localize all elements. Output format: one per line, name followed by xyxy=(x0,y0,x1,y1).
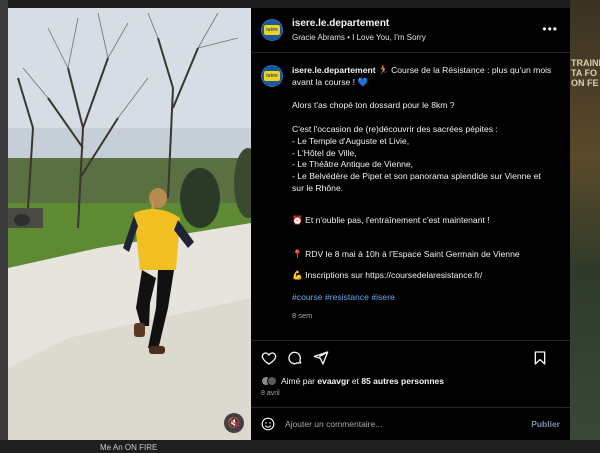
audio-track[interactable]: Gracie Abrams • I Love You, I'm Sorry xyxy=(292,33,426,42)
liker-username[interactable]: evaavgr xyxy=(317,376,349,386)
hashtag-link[interactable]: #course xyxy=(292,292,323,302)
author-username[interactable]: isere.le.departement xyxy=(292,18,426,29)
caption-list-item: - Le Belvédère de Pipet et son panorama … xyxy=(292,171,541,193)
background-right-text: TRAINE TA FO ON FE xyxy=(571,58,600,88)
header-text: isere.le.departement Gracie Abrams • I L… xyxy=(292,18,426,42)
video-frame xyxy=(8,8,251,440)
likes-middle: et xyxy=(349,376,362,386)
post-video[interactable]: 🔇 xyxy=(8,8,251,440)
likes-text: Aimé par evaavgr et 85 autres personnes xyxy=(281,376,444,386)
caption-avatar-logo: isère xyxy=(264,71,280,81)
caption-list-item: - Le Temple d'Auguste et Livie, xyxy=(292,135,410,146)
post-side-panel: isère isere.le.departement Gracie Abrams… xyxy=(251,8,570,440)
background-bottom-text: Me An ON FIRE xyxy=(100,443,158,452)
background-bottom-strip xyxy=(0,440,600,453)
caption-line-3: C'est l'occasion de (re)découvrir des sa… xyxy=(292,123,498,134)
liker-avatar[interactable] xyxy=(267,376,277,386)
more-icon[interactable]: ••• xyxy=(542,22,558,36)
action-bar xyxy=(251,340,570,374)
post-date: 8 avril xyxy=(261,390,280,397)
caption-list-item: - Le Théâtre Antique de Vienne, xyxy=(292,159,414,170)
comment-bar: Publier xyxy=(251,407,570,440)
post-header: isère isere.le.departement Gracie Abrams… xyxy=(251,8,570,53)
comment-icon[interactable] xyxy=(287,350,303,366)
background-left-strip xyxy=(0,0,8,453)
likes-prefix: Aimé par xyxy=(281,376,318,386)
caption-text: isere.le.departement 🏃 Course de la Rési… xyxy=(292,65,552,340)
author-avatar[interactable]: isère xyxy=(261,19,283,41)
emoji-icon[interactable] xyxy=(261,417,275,431)
publish-button[interactable]: Publier xyxy=(531,419,560,429)
caption-line-6: 💪 Inscriptions sur https://coursedelares… xyxy=(292,270,483,281)
caption-line-5: 📍 RDV le 8 mai à 10h à l'Espace Saint Ge… xyxy=(292,248,520,259)
caption-avatar[interactable]: isère xyxy=(261,65,283,87)
caption-list-item: - L'Hôtel de Ville, xyxy=(292,147,357,158)
likes-count[interactable]: 85 autres personnes xyxy=(361,376,444,386)
author-avatar-logo: isère xyxy=(264,25,280,35)
hashtag-link[interactable]: #isere xyxy=(371,292,394,302)
caption-age: 8 sem xyxy=(292,310,313,320)
comment-input[interactable] xyxy=(285,419,532,429)
caption-line-4: ⏰ Et n'oublie pas, l'entraînement c'est … xyxy=(292,214,490,225)
post-modal: 🔇 isère isere.le.departement Gracie Abra… xyxy=(8,8,570,440)
caption-line-2: Alors t'as chopé ton dossard pour le 8km… xyxy=(292,100,455,111)
mute-icon: 🔇 xyxy=(227,417,241,429)
caption-area: isère isere.le.departement 🏃 Course de l… xyxy=(251,53,570,340)
mute-button[interactable]: 🔇 xyxy=(224,413,244,433)
heart-icon[interactable] xyxy=(261,350,277,366)
hashtags: #course #resistance #isere xyxy=(292,292,552,304)
hashtag-link[interactable]: #resistance xyxy=(325,292,369,302)
caption-username[interactable]: isere.le.departement xyxy=(292,65,376,75)
share-icon[interactable] xyxy=(313,350,329,366)
likes-row: Aimé par evaavgr et 85 autres personnes xyxy=(251,374,570,388)
bookmark-icon[interactable] xyxy=(532,350,548,366)
